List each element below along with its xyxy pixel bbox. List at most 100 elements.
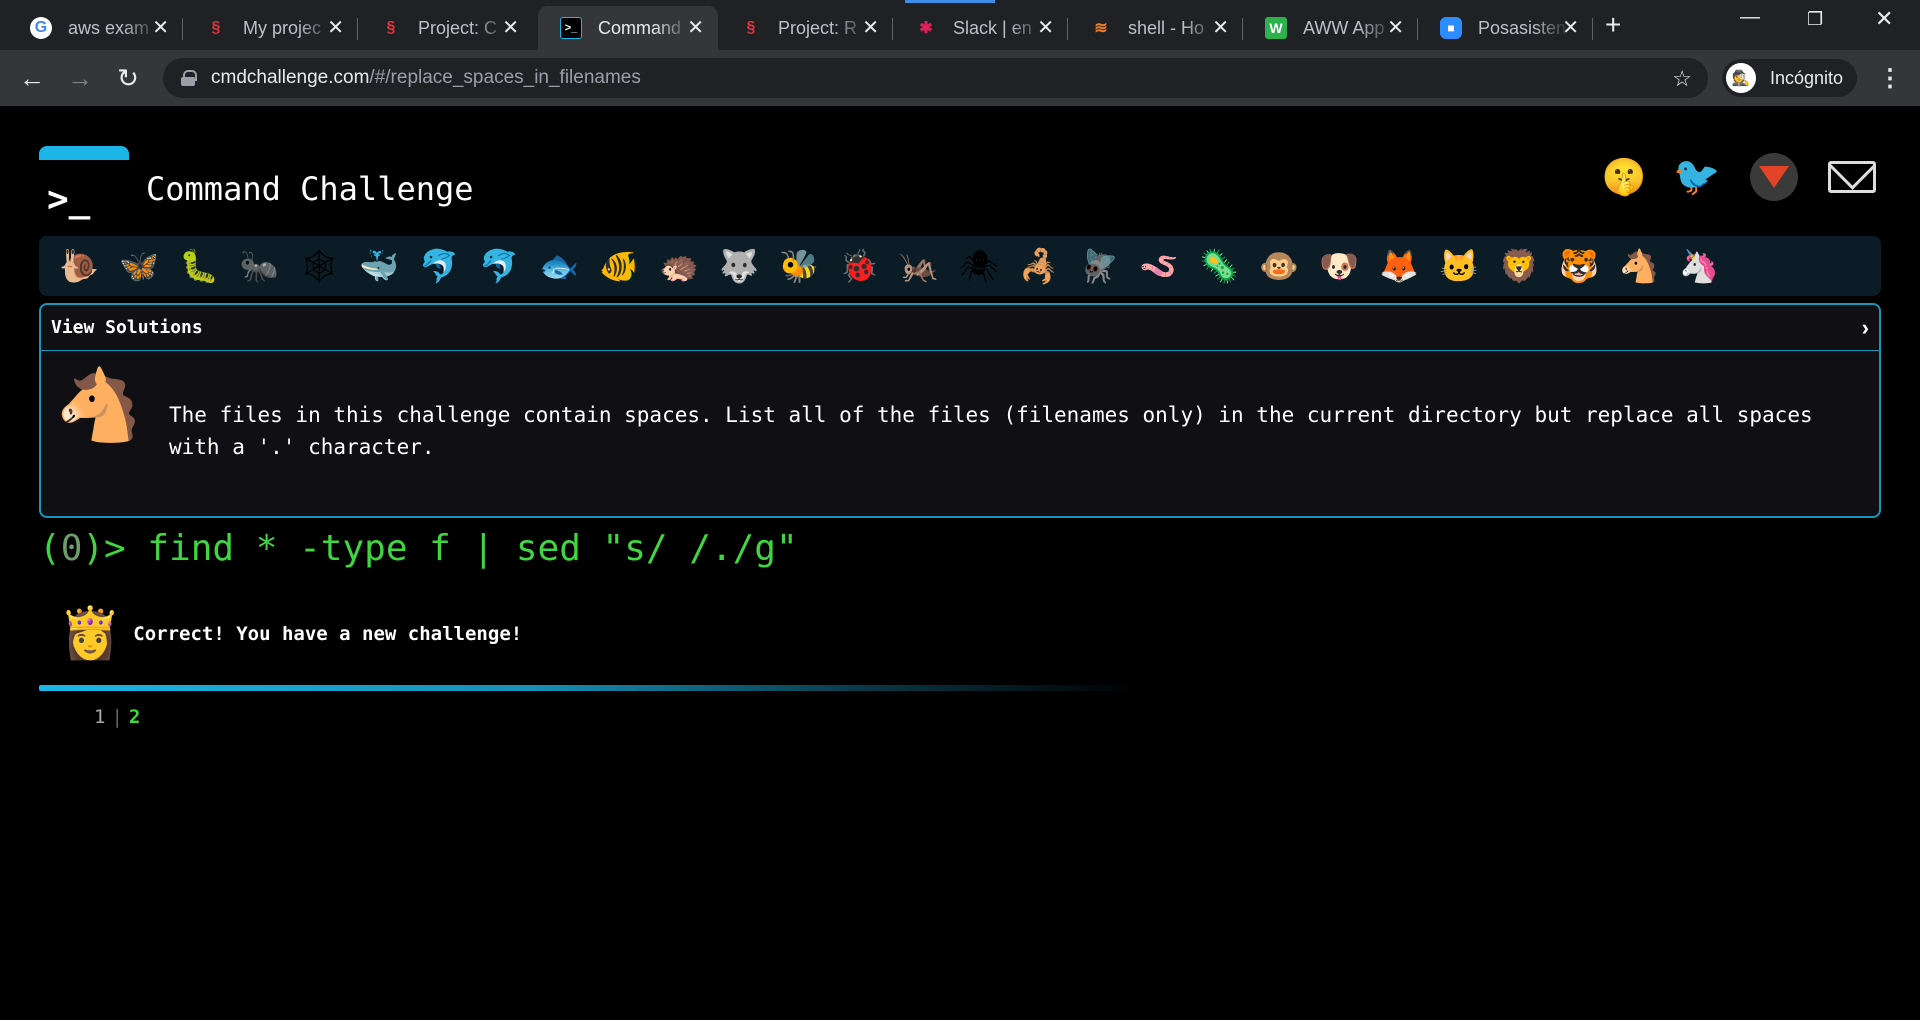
tab-project-c[interactable]: § Project: C ✕: [358, 6, 533, 50]
challenge-animal-icon[interactable]: 🦔: [649, 238, 709, 294]
challenge-animal-icon[interactable]: 🦠: [1189, 238, 1249, 294]
challenge-animal-icon[interactable]: 🦁: [1489, 238, 1549, 294]
page-title: Command Challenge: [146, 170, 474, 208]
close-tab-icon[interactable]: ✕: [1387, 17, 1404, 39]
bookmark-star-icon[interactable]: ☆: [1672, 66, 1692, 92]
close-tab-icon[interactable]: ✕: [1212, 17, 1229, 39]
challenge-animal-icon[interactable]: 🦊: [1369, 238, 1429, 294]
pagination: 1 | 2: [94, 706, 140, 728]
command-text[interactable]: find * -type f | sed "s/ /./g": [147, 528, 797, 569]
command-line[interactable]: (0)> find * -type f | sed "s/ /./g": [39, 528, 798, 569]
page-link-1[interactable]: 1: [94, 706, 105, 728]
close-tab-icon[interactable]: ✕: [502, 17, 519, 39]
aww-icon: W: [1265, 17, 1287, 39]
gitlab-logo-shape: [1759, 166, 1789, 188]
slack-icon: ✱: [919, 20, 933, 37]
challenge-animal-icon[interactable]: 🐞: [829, 238, 889, 294]
tab-title: My projec: [243, 17, 322, 38]
seahorse-icon: §: [211, 19, 221, 36]
terminal-icon: >_: [560, 17, 582, 39]
close-tab-icon[interactable]: ✕: [327, 17, 344, 39]
challenge-animal-icon[interactable]: 🐴: [1609, 238, 1669, 294]
challenge-animal-icon[interactable]: 🕸: [289, 238, 349, 294]
challenge-animal-icon[interactable]: 🪱: [1129, 238, 1189, 294]
horse-icon: 🐴: [55, 366, 143, 444]
browser-toolbar: ← → ↻ cmdchallenge.com/#/replace_spaces_…: [0, 50, 1920, 106]
new-tab-button[interactable]: +: [1605, 11, 1621, 39]
challenge-animal-icon[interactable]: 🐯: [1549, 238, 1609, 294]
url-text[interactable]: cmdchallenge.com/#/replace_spaces_in_fil…: [211, 67, 641, 89]
chevron-right-icon: ›: [1861, 314, 1869, 340]
stackoverflow-icon: ≋: [1094, 20, 1108, 37]
twitter-icon[interactable]: 🐦: [1673, 153, 1721, 201]
challenge-animal-icon[interactable]: 🐠: [589, 238, 649, 294]
challenge-panel: View Solutions › 🐴 The files in this cha…: [39, 303, 1881, 518]
exit-code: 0: [60, 528, 83, 569]
tab-shell-stackoverflow[interactable]: ≋ shell - Ho ✕: [1068, 6, 1243, 50]
mail-icon[interactable]: [1826, 153, 1878, 201]
prompt-close: )>: [82, 528, 148, 569]
tab-aws-exam[interactable]: G aws exam ✕: [8, 6, 183, 50]
challenge-animal-icon[interactable]: 🐱: [1429, 238, 1489, 294]
restore-icon[interactable]: ❐: [1807, 9, 1823, 30]
view-solutions-label: View Solutions: [51, 317, 203, 338]
lock-icon[interactable]: [181, 70, 197, 86]
incognito-icon: 🕵: [1726, 63, 1756, 93]
tab-project-r[interactable]: § Project: R ✕: [718, 6, 893, 50]
result-text: Correct! You have a new challenge!: [133, 622, 523, 645]
page-link-2[interactable]: 2: [129, 706, 140, 728]
challenge-animal-icon[interactable]: 🪰: [1069, 238, 1129, 294]
profile-label: Incógnito: [1770, 67, 1844, 88]
close-tab-icon[interactable]: ✕: [152, 17, 169, 39]
tab-zoom[interactable]: ■ Posasisten ✕: [1418, 6, 1593, 50]
tab-loading-indicator: [905, 0, 995, 3]
challenge-progress-strip: 🐌 🦋 🐛 🐜 🕸 🐳 🐬 🐬 🐟 🐠 🦔 🐺 🐝 🐞 🦗 🕷 🦂 🪰 🪱 🦠 🐵 🐶 🦊 🐱 🦁 🐯 🐴 🦄: [39, 236, 1881, 296]
close-tab-icon[interactable]: ✕: [862, 17, 879, 39]
close-tab-icon[interactable]: ✕: [1037, 17, 1054, 39]
challenge-body: 🐴 The files in this challenge contain sp…: [41, 351, 1879, 518]
challenge-animal-icon[interactable]: 🐛: [169, 238, 229, 294]
challenge-animal-icon[interactable]: 🦋: [109, 238, 169, 294]
challenge-animal-icon[interactable]: 🐜: [229, 238, 289, 294]
challenge-animal-icon[interactable]: 🦄: [1669, 238, 1729, 294]
close-tab-icon[interactable]: ✕: [1562, 17, 1579, 39]
tab-my-project[interactable]: § My projec ✕: [183, 6, 358, 50]
tab-aww-app[interactable]: W AWW App ✕: [1243, 6, 1418, 50]
minimize-icon[interactable]: —: [1740, 6, 1760, 29]
challenge-animal-icon[interactable]: 🦗: [889, 238, 949, 294]
tab-slack[interactable]: ✱ Slack | en ✕: [893, 6, 1068, 50]
challenge-animal-icon[interactable]: 🐬: [409, 238, 469, 294]
tab-title: aws exam: [68, 17, 150, 38]
mail-envelope-shape: [1828, 161, 1876, 193]
view-solutions-toggle[interactable]: View Solutions ›: [41, 305, 1879, 351]
challenge-animal-icon[interactable]: 🦂: [1009, 238, 1069, 294]
challenge-animal-icon[interactable]: 🐵: [1249, 238, 1309, 294]
close-tab-icon[interactable]: ✕: [687, 17, 704, 39]
tab-title: Project: R: [778, 17, 858, 38]
back-icon[interactable]: ←: [16, 62, 48, 94]
challenge-animal-icon[interactable]: 🐝: [769, 238, 829, 294]
challenge-animal-icon[interactable]: 🐌: [49, 238, 109, 294]
challenge-animal-icon[interactable]: 🐬: [469, 238, 529, 294]
incognito-profile-button[interactable]: 🕵 Incógnito: [1722, 59, 1858, 97]
challenge-animal-icon[interactable]: 🐳: [349, 238, 409, 294]
tab-title: AWW App: [1303, 17, 1385, 38]
gitlab-icon[interactable]: [1750, 153, 1798, 201]
tab-command-challenge[interactable]: >_ Command ✕: [538, 6, 718, 50]
browser-menu-icon[interactable]: ⋮: [1878, 64, 1902, 93]
site-logo[interactable]: >_: [39, 146, 129, 228]
challenge-animal-icon[interactable]: 🐺: [709, 238, 769, 294]
shush-face-icon[interactable]: 🤫: [1600, 153, 1648, 201]
close-window-icon[interactable]: ✕: [1875, 6, 1893, 32]
challenge-animal-icon[interactable]: 🐶: [1309, 238, 1369, 294]
address-bar[interactable]: cmdchallenge.com/#/replace_spaces_in_fil…: [163, 58, 1708, 98]
reload-icon[interactable]: ↻: [112, 62, 144, 94]
url-domain: cmdchallenge.com: [211, 67, 370, 88]
challenge-animal-icon[interactable]: 🐟: [529, 238, 589, 294]
tab-title: Command: [598, 17, 682, 38]
seahorse-icon: §: [386, 19, 396, 36]
forward-icon[interactable]: →: [64, 62, 96, 94]
challenge-animal-icon[interactable]: 🕷: [949, 238, 1009, 294]
seahorse-icon: §: [746, 19, 756, 36]
logo-body: >_: [39, 160, 129, 228]
